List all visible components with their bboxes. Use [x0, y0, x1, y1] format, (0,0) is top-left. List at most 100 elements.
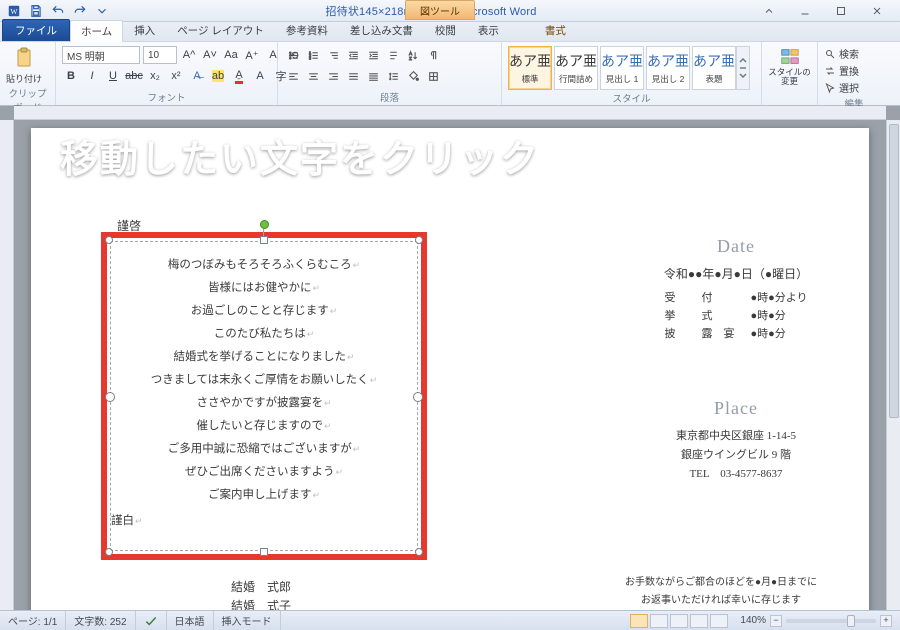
highlight-button[interactable]: ab	[209, 67, 227, 85]
tab-review[interactable]: 校閲	[424, 19, 467, 41]
vertical-ruler[interactable]	[0, 120, 14, 610]
strikethrough-button[interactable]: abc	[125, 67, 143, 85]
rotation-handle[interactable]	[260, 220, 269, 229]
text-effects-button[interactable]: A̶	[188, 67, 206, 85]
zoom-out-button[interactable]: −	[770, 615, 782, 627]
schedule-table[interactable]: 受付●時●分より 挙式●時●分 披露 宴●時●分	[656, 288, 815, 342]
bold-button[interactable]: B	[62, 67, 80, 85]
style-thumb[interactable]: あア亜行間詰め	[554, 46, 598, 90]
textbox-frame[interactable]: 梅のつぼみもそろそろふくらむころ皆様にはお健やかにお過ごしのことと存じますこのた…	[110, 241, 418, 551]
body-line[interactable]: つきましては末永くご厚情をお願いしたく	[151, 371, 377, 387]
zoom-value[interactable]: 140%	[740, 615, 766, 626]
body-line[interactable]: このたび私たちは	[214, 325, 315, 341]
replace-button[interactable]: 置換	[824, 63, 859, 78]
change-case-button[interactable]: Aa	[222, 46, 240, 64]
phonetic-guide-button[interactable]: A⁺	[243, 46, 261, 64]
body-line[interactable]: ご案内申し上げます	[208, 486, 320, 502]
view-draft[interactable]	[710, 614, 728, 628]
resize-handle-bl[interactable]	[105, 548, 113, 556]
date-block[interactable]: Date 令和●●年●月●日（●曜日） 受付●時●分より 挙式●時●分 披露 宴…	[621, 236, 851, 342]
undo-icon[interactable]	[50, 3, 66, 19]
font-color-button[interactable]: A̱	[230, 67, 248, 85]
show-marks-button[interactable]	[424, 46, 442, 64]
style-thumb[interactable]: あア亜標準	[508, 46, 552, 90]
tab-file[interactable]: ファイル	[2, 19, 70, 41]
sort-button[interactable]: AZ	[404, 46, 422, 64]
font-name-combo[interactable]: MS 明朝	[62, 46, 140, 64]
resize-handle-t[interactable]	[260, 236, 268, 244]
save-icon[interactable]	[28, 3, 44, 19]
shading-button[interactable]	[404, 67, 422, 85]
redo-icon[interactable]	[72, 3, 88, 19]
resize-handle-br[interactable]	[415, 548, 423, 556]
closing-keihaku[interactable]: 謹白	[111, 512, 407, 528]
document-page[interactable]: 謹啓 梅のつぼみもそろそろふくらむころ皆様にはお健やかにお過ごしのことと存じます…	[31, 128, 869, 610]
resize-handle-tl[interactable]	[105, 236, 113, 244]
multilevel-list-button[interactable]	[324, 46, 342, 64]
body-line[interactable]: 結婚式を挙げることになりました	[173, 348, 354, 364]
style-thumb[interactable]: あア亜見出し 1	[600, 46, 644, 90]
place-building[interactable]: 銀座ウイングビル 9 階	[621, 446, 851, 462]
body-line[interactable]: お過ごしのことと存じます	[191, 302, 338, 318]
status-word-count[interactable]: 文字数: 252	[66, 611, 135, 630]
body-line[interactable]: ぜひご出席くださいますよう	[185, 463, 343, 479]
view-full-screen[interactable]	[650, 614, 668, 628]
status-page[interactable]: ページ: 1/1	[0, 611, 66, 630]
body-line[interactable]: ささやかですが披露宴を	[196, 394, 331, 410]
styles-gallery-more[interactable]	[736, 46, 750, 90]
textbox-body[interactable]: 梅のつぼみもそろそろふくらむころ皆様にはお健やかにお過ごしのことと存じますこのた…	[111, 242, 417, 508]
body-line[interactable]: ご多用中誠に恐縮ではございますが	[168, 440, 361, 456]
tab-insert[interactable]: 挿入	[123, 19, 166, 41]
view-print-layout[interactable]	[630, 614, 648, 628]
change-styles-button[interactable]: スタイルの変更	[768, 46, 811, 87]
shrink-font-button[interactable]: A˅	[201, 46, 219, 64]
qat-more-icon[interactable]	[94, 3, 110, 19]
styles-gallery[interactable]: あア亜標準あア亜行間詰めあア亜見出し 1あア亜見出し 2あア亜表題	[508, 46, 736, 90]
body-line[interactable]: 催したいと存じますので	[196, 417, 331, 433]
status-insert-mode[interactable]: 挿入モード	[214, 611, 281, 630]
borders-button[interactable]	[424, 67, 442, 85]
maximize-icon[interactable]	[828, 1, 854, 21]
status-language[interactable]: 日本語	[167, 611, 214, 630]
body-line[interactable]: 皆様にはお健やかに	[208, 279, 320, 295]
groom-name[interactable]: 結婚 式郎	[231, 578, 291, 595]
increase-indent-button[interactable]	[364, 46, 382, 64]
horizontal-ruler[interactable]	[14, 106, 886, 120]
align-left-button[interactable]	[284, 67, 302, 85]
align-center-button[interactable]	[304, 67, 322, 85]
tab-mailings[interactable]: 差し込み文書	[339, 19, 424, 41]
place-block[interactable]: Place 東京都中央区銀座 1-14-5 銀座ウイングビル 9 階 TEL 0…	[621, 398, 851, 484]
subscript-button[interactable]: x₂	[146, 67, 164, 85]
resize-handle-b[interactable]	[260, 548, 268, 556]
justify-button[interactable]	[344, 67, 362, 85]
char-shading-button[interactable]: A	[251, 67, 269, 85]
view-web-layout[interactable]	[670, 614, 688, 628]
superscript-button[interactable]: x²	[167, 67, 185, 85]
asian-layout-button[interactable]	[384, 46, 402, 64]
style-thumb[interactable]: あア亜表題	[692, 46, 736, 90]
tab-format[interactable]: 書式	[534, 19, 577, 41]
names-block[interactable]: 結婚 式郎 結婚 式子	[231, 576, 291, 610]
rsvp-note[interactable]: お手数ながらご都合のほどを●月●日までに お返事いただければ幸いに存じます	[581, 574, 861, 610]
paste-button[interactable]: 貼り付け	[6, 46, 42, 85]
bride-name[interactable]: 結婚 式子	[231, 597, 291, 610]
zoom-slider[interactable]	[786, 619, 876, 623]
ribbon-minimize-icon[interactable]	[756, 1, 782, 21]
tab-references[interactable]: 参考資料	[275, 19, 339, 41]
date-line[interactable]: 令和●●年●月●日（●曜日）	[621, 265, 851, 282]
italic-button[interactable]: I	[83, 67, 101, 85]
close-icon[interactable]	[864, 1, 890, 21]
zoom-slider-knob[interactable]	[847, 615, 855, 627]
line-spacing-button[interactable]	[384, 67, 402, 85]
body-line[interactable]: 梅のつぼみもそろそろふくらむころ	[168, 256, 360, 272]
place-address[interactable]: 東京都中央区銀座 1-14-5	[621, 427, 851, 443]
font-size-combo[interactable]: 10	[143, 46, 177, 64]
minimize-icon[interactable]	[792, 1, 818, 21]
grow-font-button[interactable]: A^	[180, 46, 198, 64]
tab-view[interactable]: 表示	[467, 19, 510, 41]
find-button[interactable]: 検索	[824, 46, 859, 61]
selected-textbox[interactable]: 梅のつぼみもそろそろふくらむころ皆様にはお健やかにお過ごしのことと存じますこのた…	[101, 232, 427, 560]
tab-home[interactable]: ホーム	[70, 20, 123, 42]
align-right-button[interactable]	[324, 67, 342, 85]
view-outline[interactable]	[690, 614, 708, 628]
